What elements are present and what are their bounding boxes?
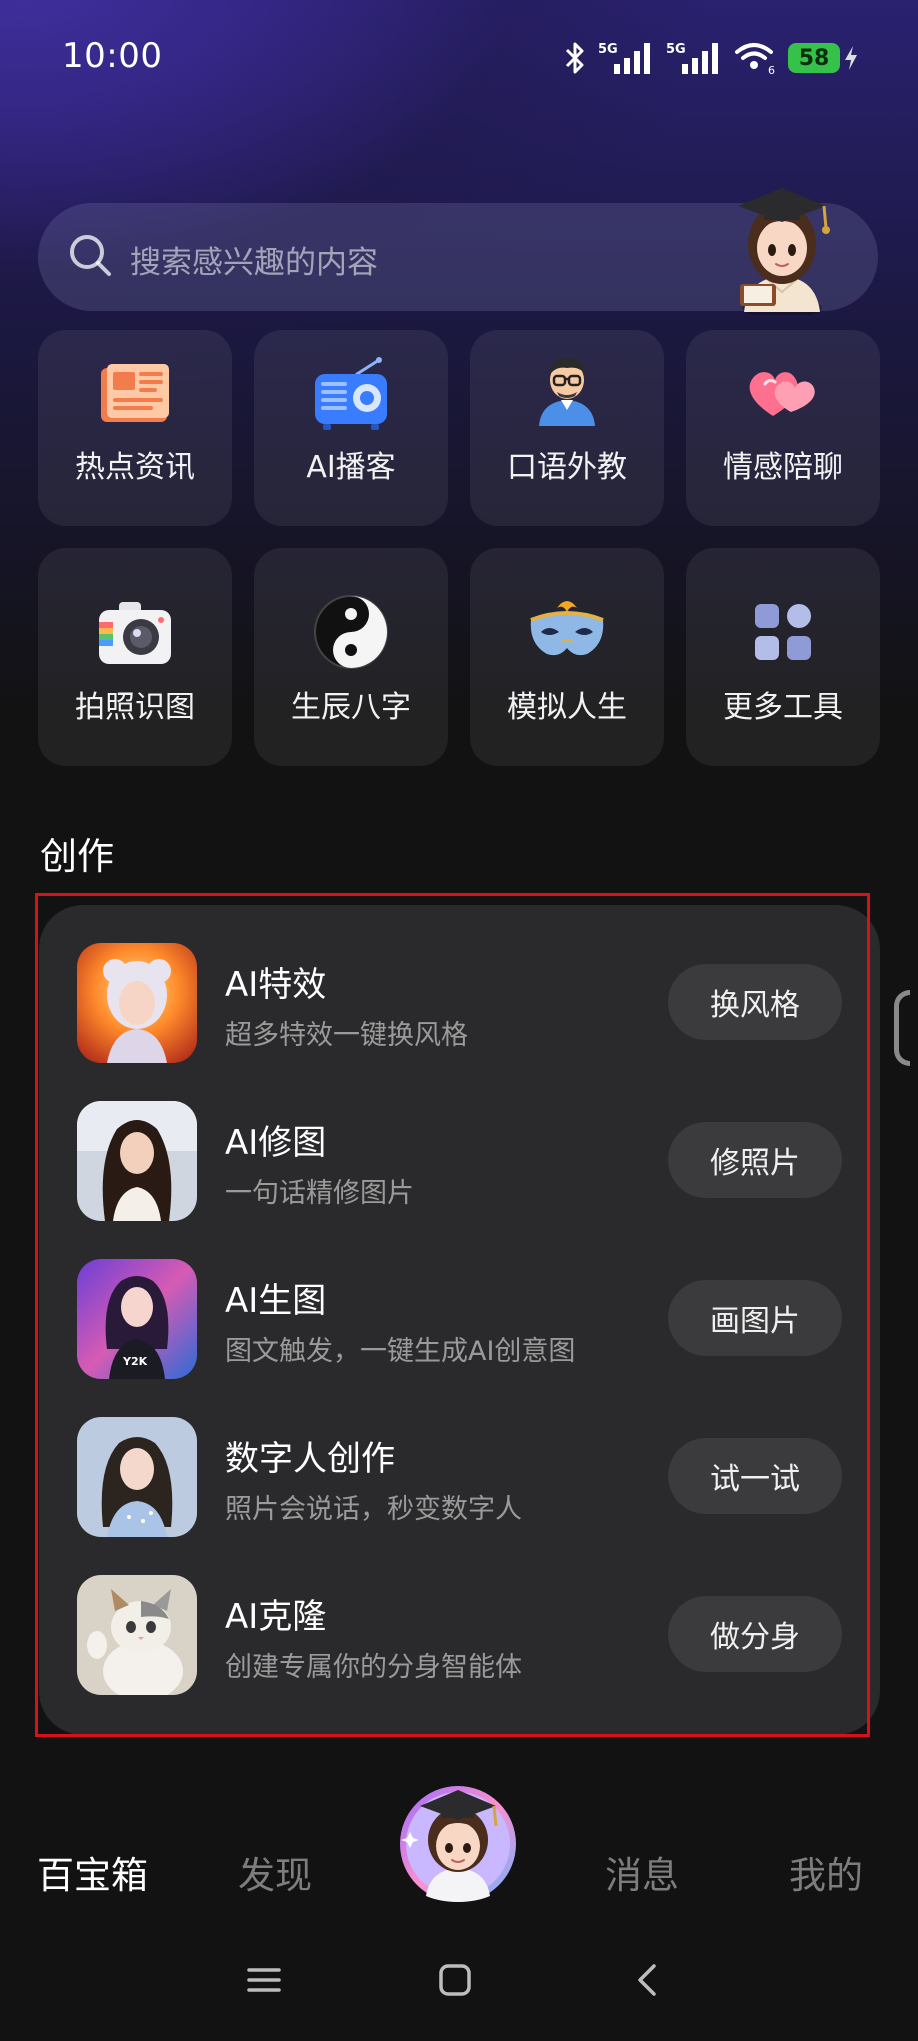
tool-hot-news[interactable]: 热点资讯 bbox=[38, 330, 232, 526]
svg-text:5G: 5G bbox=[666, 42, 686, 57]
menu-icon[interactable] bbox=[246, 1962, 282, 1998]
side-drawer-handle[interactable] bbox=[894, 990, 910, 1066]
tool-label: 热点资讯 bbox=[75, 450, 195, 485]
charging-icon bbox=[845, 46, 857, 70]
tool-label: 情感陪聊 bbox=[723, 450, 843, 485]
tool-emotional-chat[interactable]: 情感陪聊 bbox=[686, 330, 880, 526]
battery-level: 58 bbox=[788, 43, 840, 73]
home-icon[interactable] bbox=[437, 1962, 473, 1998]
camera-icon bbox=[99, 602, 171, 664]
search-input[interactable]: 搜索感兴趣的内容 bbox=[130, 237, 378, 282]
tool-oral-tutor[interactable]: 口语外教 bbox=[470, 330, 664, 526]
hearts-icon bbox=[749, 372, 815, 416]
tool-life-simulation[interactable]: 模拟人生 bbox=[470, 548, 664, 766]
back-icon[interactable] bbox=[630, 1962, 666, 1998]
tool-label: AI播客 bbox=[306, 450, 396, 485]
grid-icon bbox=[755, 604, 811, 660]
mask-icon bbox=[530, 601, 604, 656]
tool-photo-recognition[interactable]: 拍照识图 bbox=[38, 548, 232, 766]
wifi-icon: 6 bbox=[735, 43, 775, 76]
status-bar: 10:00 5G 5G 6 58 bbox=[0, 0, 918, 120]
radio-icon bbox=[315, 357, 387, 430]
tool-label: 模拟人生 bbox=[507, 690, 627, 725]
battery-indicator: 58 bbox=[788, 43, 858, 73]
signal-5g-icon: 5G bbox=[598, 42, 650, 74]
newspaper-icon bbox=[101, 364, 169, 422]
section-title-creation: 创作 bbox=[40, 835, 114, 878]
tool-ai-podcast[interactable]: AI播客 bbox=[254, 330, 448, 526]
tool-more[interactable]: 更多工具 bbox=[686, 548, 880, 766]
nav-me[interactable]: 我的 bbox=[789, 1845, 863, 1899]
assistant-avatar-icon[interactable] bbox=[718, 180, 846, 315]
search-icon bbox=[70, 235, 111, 276]
status-icons: 5G 5G 6 58 bbox=[562, 40, 858, 76]
highlight-frame bbox=[35, 893, 870, 1737]
tool-label: 生辰八字 bbox=[291, 690, 411, 725]
nav-discover[interactable]: 发现 bbox=[238, 1845, 312, 1899]
bluetooth-icon bbox=[565, 42, 584, 74]
svg-text:6: 6 bbox=[768, 64, 775, 76]
assistant-center-avatar-icon[interactable] bbox=[396, 1774, 524, 1904]
tool-label: 拍照识图 bbox=[75, 690, 195, 725]
signal-5g-icon-2: 5G bbox=[666, 42, 718, 74]
status-time: 10:00 bbox=[62, 36, 163, 76]
teacher-icon bbox=[539, 358, 595, 426]
nav-messages[interactable]: 消息 bbox=[605, 1845, 679, 1899]
svg-text:5G: 5G bbox=[598, 42, 618, 57]
tool-label: 口语外教 bbox=[507, 450, 627, 485]
tool-birth-chart[interactable]: 生辰八字 bbox=[254, 548, 448, 766]
yin-yang-icon bbox=[314, 595, 388, 669]
tool-label: 更多工具 bbox=[723, 690, 843, 725]
nav-toolbox[interactable]: 百宝箱 bbox=[37, 1845, 148, 1899]
